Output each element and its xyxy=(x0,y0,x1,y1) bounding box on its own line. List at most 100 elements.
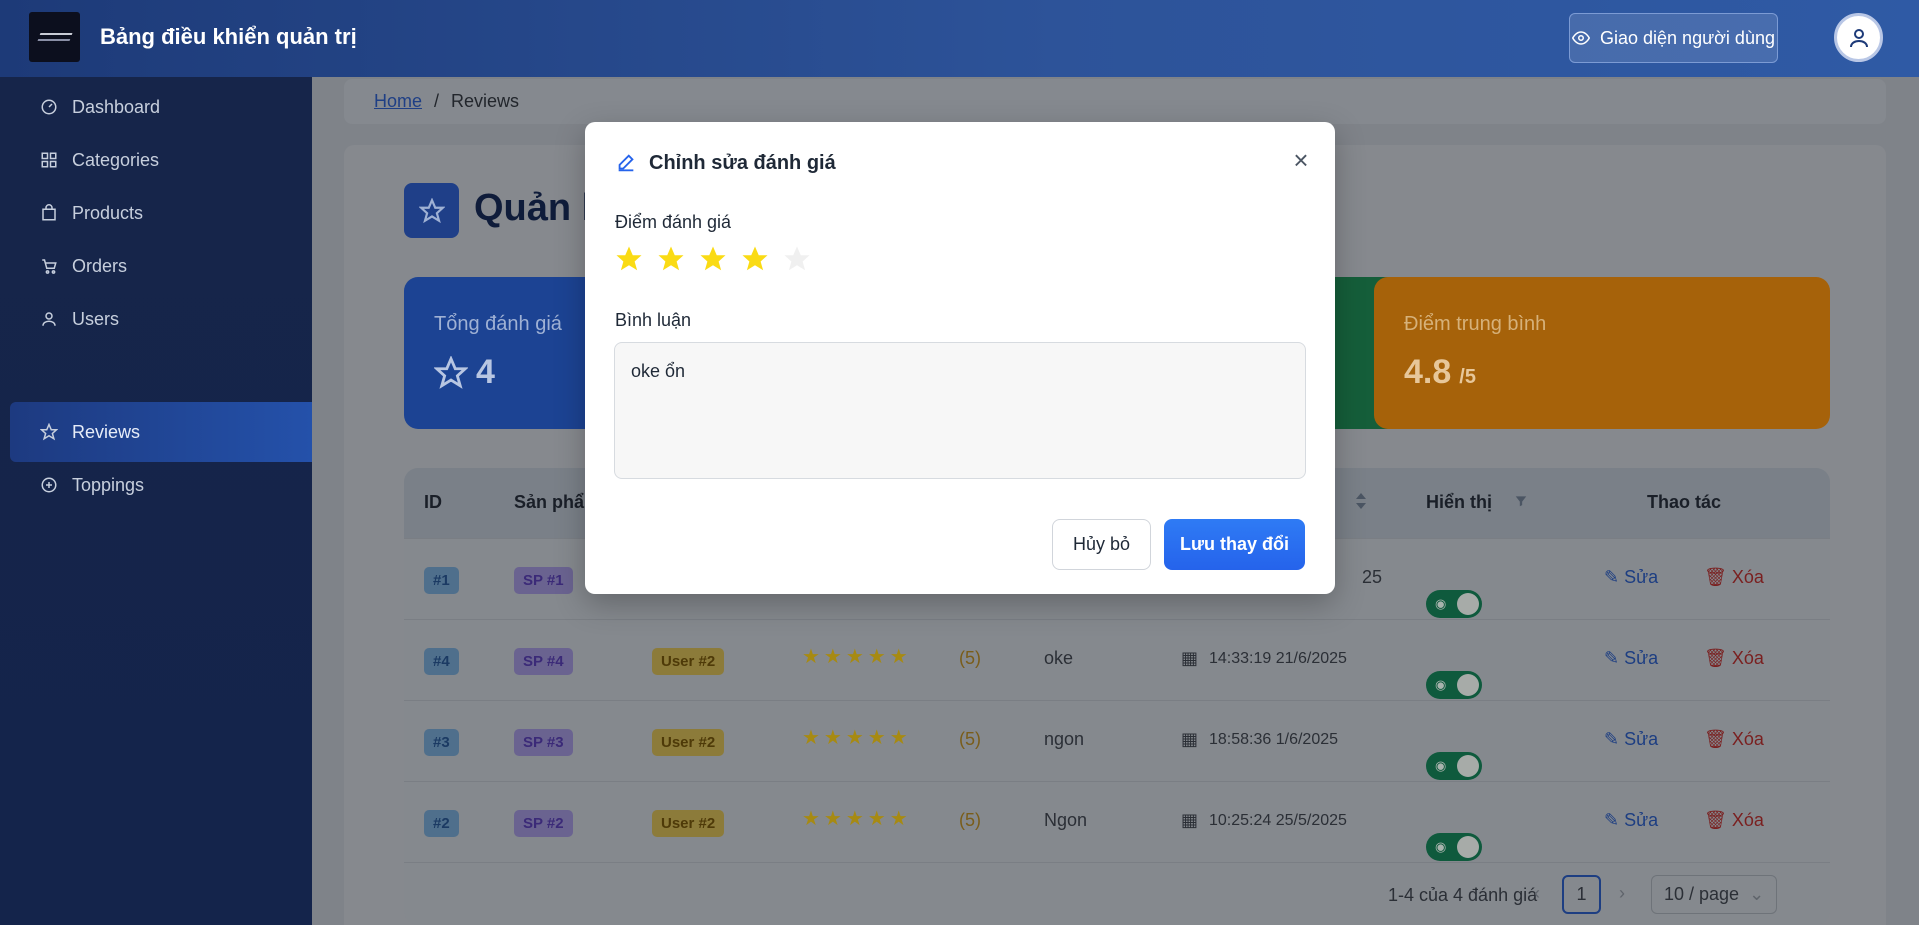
pagination-row: 1-4 của 4 đánh giá ‹ 1 › 10 / page ⌄ xyxy=(404,862,1830,925)
table-row: #4 SP #4 User #2 ★★★★★ (5) oke ▦ 14:33:1… xyxy=(404,619,1830,700)
sidebar-item-label: Orders xyxy=(72,255,128,276)
sidebar: Dashboard Categories Products Orders Use… xyxy=(0,77,312,925)
row-comment: Ngon xyxy=(1044,810,1088,830)
chevron-down-icon: ⌄ xyxy=(1749,884,1765,904)
cart-icon xyxy=(40,257,58,275)
user-icon xyxy=(1849,28,1868,47)
plus-circle-icon xyxy=(40,476,58,494)
avatar[interactable] xyxy=(1834,13,1883,62)
sidebar-item-dashboard[interactable]: Dashboard xyxy=(10,77,312,137)
star-outline-icon xyxy=(434,355,468,389)
stat-card-average: Điểm trung bình 4.8 /5 xyxy=(1374,277,1830,429)
rating-star-2[interactable] xyxy=(656,244,686,274)
row-product: SP #2 xyxy=(514,810,573,837)
visibility-toggle[interactable]: ◉ xyxy=(1426,671,1482,699)
row-time: 25 xyxy=(1362,567,1383,587)
sidebar-item-reviews[interactable]: Reviews xyxy=(10,402,312,462)
col-actions: Thao tác xyxy=(1647,492,1722,512)
col-id[interactable]: ID xyxy=(424,492,442,513)
app-logo[interactable] xyxy=(29,12,80,62)
rating-label: Điểm đánh giá xyxy=(615,212,732,232)
row-id: #1 xyxy=(424,567,459,594)
stat-average-label: Điểm trung bình xyxy=(1404,313,1547,335)
row-time: 18:58:36 1/6/2025 xyxy=(1209,731,1339,748)
next-page-icon[interactable]: › xyxy=(1619,883,1625,904)
edit-icon xyxy=(618,154,634,172)
sidebar-item-toppings[interactable]: Toppings xyxy=(10,455,312,515)
visibility-toggle[interactable]: ◉ xyxy=(1426,833,1482,861)
row-rating-stars: ★★★★★ xyxy=(802,727,912,749)
table-row: #2 SP #2 User #2 ★★★★★ (5) Ngon ▦ 10:25:… xyxy=(404,781,1830,862)
stat-total-number: 4 xyxy=(476,353,495,391)
visibility-toggle[interactable]: ◉ xyxy=(1426,752,1482,780)
app-title: Bảng điều khiển quản trị xyxy=(100,24,357,49)
prev-page-icon[interactable]: ‹ xyxy=(1534,883,1540,904)
row-id: #2 xyxy=(424,810,459,837)
row-rating-stars: ★★★★★ xyxy=(802,646,912,668)
top-header: Bảng điều khiển quản trị Giao diện người… xyxy=(0,0,1919,77)
delete-button[interactable]: 🗑 Xóa xyxy=(1704,729,1764,750)
calendar-icon: ▦ xyxy=(1181,810,1199,830)
row-product: SP #1 xyxy=(514,567,573,594)
table-row: #3 SP #3 User #2 ★★★★★ (5) ngon ▦ 18:58:… xyxy=(404,700,1830,781)
delete-button[interactable]: 🗑 Xóa xyxy=(1704,567,1764,588)
modal-title: Chỉnh sửa đánh giá xyxy=(649,152,836,174)
stat-average-suffix: /5 xyxy=(1459,366,1476,388)
stat-average-value: 4.8 /5 xyxy=(1404,353,1476,392)
row-comment: oke xyxy=(1044,648,1074,668)
user-view-button[interactable]: Giao diện người dùng xyxy=(1569,13,1778,63)
rating-star-1[interactable] xyxy=(614,244,644,274)
page-size-value: 10 / page xyxy=(1664,884,1740,904)
breadcrumb-separator: / xyxy=(434,91,440,111)
sort-icon[interactable] xyxy=(1355,492,1367,515)
row-time: 10:25:24 25/5/2025 xyxy=(1209,812,1347,829)
star-icon xyxy=(40,423,58,441)
sidebar-item-label: Toppings xyxy=(72,474,145,495)
sidebar-item-label: Reviews xyxy=(72,421,141,442)
row-rating-text: (5) xyxy=(959,810,981,830)
row-time: 14:33:19 21/6/2025 xyxy=(1209,650,1347,667)
row-product: SP #3 xyxy=(514,729,573,756)
rating-star-4[interactable] xyxy=(740,244,770,274)
row-rating-stars: ★★★★★ xyxy=(802,808,912,830)
close-icon[interactable]: × xyxy=(1288,147,1314,173)
sidebar-item-users[interactable]: Users xyxy=(10,289,312,349)
filter-icon[interactable] xyxy=(1514,492,1528,513)
page-size-select[interactable]: 10 / page ⌄ xyxy=(1651,875,1777,914)
pagination-summary: 1-4 của 4 đánh giá xyxy=(1388,885,1538,905)
breadcrumb-current: Reviews xyxy=(451,91,520,111)
row-rating-text: (5) xyxy=(959,648,981,668)
grid-icon xyxy=(40,151,58,169)
cancel-button[interactable]: Hủy bỏ xyxy=(1052,519,1151,570)
bag-icon xyxy=(40,204,58,222)
stat-total-value: 4 xyxy=(434,353,495,392)
page-title: Quản l xyxy=(474,187,593,229)
page-star-icon xyxy=(404,183,459,238)
row-user: User #2 xyxy=(652,810,725,837)
delete-button[interactable]: 🗑 Xóa xyxy=(1704,810,1764,831)
row-product: SP #4 xyxy=(514,648,573,675)
stat-average-number: 4.8 xyxy=(1404,353,1452,391)
row-id: #4 xyxy=(424,648,459,675)
row-id: #3 xyxy=(424,729,459,756)
col-visible[interactable]: Hiển thị xyxy=(1426,492,1492,513)
edit-button[interactable]: ✎ Sửa xyxy=(1604,567,1658,588)
comment-textarea[interactable] xyxy=(614,342,1306,479)
edit-button[interactable]: ✎ Sửa xyxy=(1604,648,1658,669)
rating-star-3[interactable] xyxy=(698,244,728,274)
delete-button[interactable]: 🗑 Xóa xyxy=(1704,648,1764,669)
dashboard-icon xyxy=(40,98,58,116)
edit-button[interactable]: ✎ Sửa xyxy=(1604,810,1658,831)
sidebar-item-orders[interactable]: Orders xyxy=(10,236,312,296)
edit-button[interactable]: ✎ Sửa xyxy=(1604,729,1658,750)
sidebar-item-products[interactable]: Products xyxy=(10,183,312,243)
rating-star-5[interactable] xyxy=(782,244,812,274)
sidebar-item-categories[interactable]: Categories xyxy=(10,130,312,190)
sidebar-item-label: Dashboard xyxy=(72,96,161,117)
breadcrumb-home-link[interactable]: Home xyxy=(374,91,422,112)
visibility-toggle[interactable]: ◉ xyxy=(1426,590,1482,618)
sidebar-item-label: Users xyxy=(72,308,120,329)
save-button[interactable]: Lưu thay đổi xyxy=(1164,519,1305,570)
edit-review-modal: Chỉnh sửa đánh giá × Điểm đánh giá Bình … xyxy=(585,122,1335,594)
page-1-button[interactable]: 1 xyxy=(1562,875,1601,914)
